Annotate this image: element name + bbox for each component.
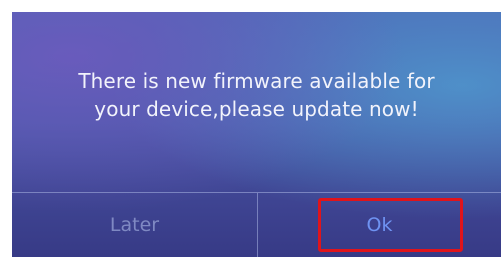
firmware-message: There is new firmware available for your… <box>12 67 501 123</box>
later-button-label: Later <box>109 214 160 236</box>
firmware-message-line-2: your device,please update now! <box>94 97 419 121</box>
ok-button-label: Ok <box>366 214 393 236</box>
firmware-message-line-1: There is new firmware available for <box>78 69 435 93</box>
firmware-update-dialog: There is new firmware available for your… <box>12 12 501 257</box>
ok-button[interactable]: Ok <box>258 193 501 257</box>
later-button[interactable]: Later <box>12 193 257 257</box>
